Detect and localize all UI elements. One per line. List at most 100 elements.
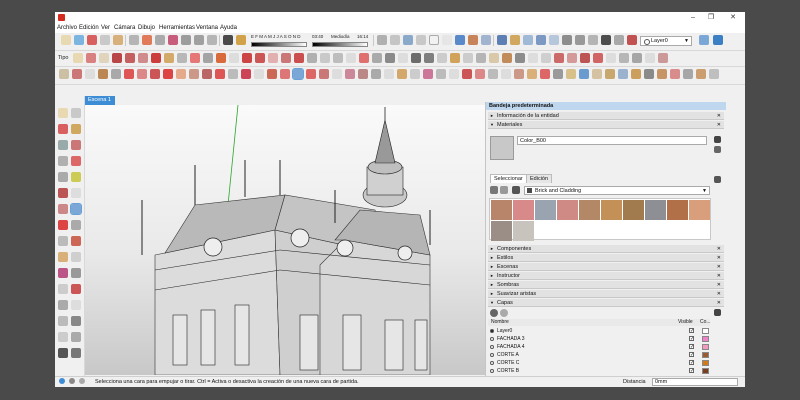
section-capas[interactable]: Capas ✕ [488, 299, 724, 307]
create-material-icon[interactable] [714, 136, 721, 143]
walk-icon[interactable] [588, 35, 598, 45]
rotate-tool-icon[interactable] [280, 69, 290, 79]
maximize-icon[interactable]: ❐ [705, 13, 717, 23]
bottom-cam-icon[interactable] [618, 69, 628, 79]
section-instructor[interactable]: Instructor ✕ [488, 272, 724, 280]
material-name-field[interactable]: Color_B00 [517, 136, 707, 145]
soften-icon[interactable] [696, 69, 706, 79]
follow-me-icon[interactable] [255, 53, 265, 63]
section-entity-info[interactable]: Información de la entidad ✕ [488, 112, 724, 120]
top-view-icon[interactable] [510, 35, 520, 45]
layer-visible-checkbox[interactable]: ✓ [689, 344, 694, 350]
dimension-icon[interactable] [320, 53, 330, 63]
material-swatch[interactable] [491, 221, 512, 241]
close-icon[interactable]: ✕ [717, 121, 721, 129]
extension-icon[interactable] [713, 35, 723, 45]
material-swatch[interactable] [491, 200, 512, 220]
material-options-icon[interactable] [714, 146, 721, 153]
hidden-line-icon[interactable] [442, 35, 452, 45]
active-layer-radio[interactable] [490, 345, 494, 349]
drape-icon[interactable] [489, 53, 499, 63]
protractor-icon[interactable] [333, 53, 343, 63]
layer-row[interactable]: CORTE B ✓ [488, 367, 710, 375]
tape-tool-icon[interactable] [332, 69, 342, 79]
material-swatch[interactable] [689, 200, 710, 220]
left-tool-9-icon[interactable] [58, 172, 68, 182]
pie-tool-icon[interactable] [215, 69, 225, 79]
layer-manager-icon[interactable] [699, 35, 709, 45]
left-tool-14-icon[interactable] [70, 203, 82, 215]
arc-tool-icon[interactable] [176, 69, 186, 79]
pie-icon[interactable] [151, 53, 161, 63]
left-tool-25-icon[interactable] [58, 300, 68, 310]
push-pull-icon[interactable] [203, 53, 213, 63]
eraser-icon[interactable] [87, 35, 97, 45]
components-icon[interactable] [644, 69, 654, 79]
material-swatch[interactable] [601, 200, 622, 220]
left-tool-16-icon[interactable] [71, 220, 81, 230]
photo-textures-icon[interactable] [72, 69, 82, 79]
material-swatch[interactable] [667, 200, 688, 220]
left-tool-23-icon[interactable] [58, 284, 68, 294]
arc-2pt-icon[interactable] [189, 69, 199, 79]
material-swatch[interactable] [557, 200, 578, 220]
sandbox-contours-icon[interactable] [437, 53, 447, 63]
left-tool-1-icon[interactable] [58, 108, 68, 118]
back-edges-icon[interactable] [416, 35, 426, 45]
push-pull-tool-icon[interactable] [228, 69, 238, 79]
left-tool-3-icon[interactable] [58, 124, 68, 134]
polygon-tool-icon[interactable] [163, 69, 173, 79]
zoom-window-icon[interactable] [168, 35, 178, 45]
close-icon[interactable]: ✕ [717, 245, 721, 253]
menu-ver[interactable]: Ver [101, 24, 110, 33]
left-tool-27-icon[interactable] [58, 316, 68, 326]
left-view-icon[interactable] [562, 35, 572, 45]
close-icon[interactable]: ✕ [717, 112, 721, 120]
solid-split-icon[interactable] [593, 53, 603, 63]
position-camera-icon[interactable] [385, 53, 395, 63]
layer-row[interactable]: CORTE C ✓ [488, 359, 710, 367]
layer-row[interactable]: Layer0 ✓ [488, 327, 710, 335]
back-cam-icon[interactable] [592, 69, 602, 79]
3d-text-tool-icon[interactable] [397, 69, 407, 79]
right-view-icon[interactable] [536, 35, 546, 45]
monochrome-icon[interactable] [481, 35, 491, 45]
text-tool-icon[interactable] [384, 69, 394, 79]
rotated-rect-icon[interactable] [137, 69, 147, 79]
left-tool-12-icon[interactable] [71, 188, 81, 198]
solid-outer-shell-icon[interactable] [528, 53, 538, 63]
left-tool-10-icon[interactable] [71, 172, 81, 182]
outliner-icon[interactable] [683, 69, 693, 79]
top-cam-icon[interactable] [553, 69, 563, 79]
circle-tool-icon[interactable] [150, 69, 160, 79]
zoom-icon[interactable] [155, 35, 165, 45]
arc-icon[interactable] [125, 53, 135, 63]
geolocation-icon[interactable] [614, 35, 624, 45]
minimize-icon[interactable]: – [687, 13, 699, 23]
tab-seleccionar[interactable]: Seleccionar [490, 174, 527, 183]
rectangle-icon[interactable] [164, 53, 174, 63]
follow-me-tool-icon[interactable] [241, 69, 251, 79]
look-around-icon[interactable] [601, 35, 611, 45]
geo-icon[interactable] [69, 378, 75, 384]
offset-tool-icon[interactable] [254, 69, 264, 79]
extension-warehouse-icon[interactable] [645, 53, 655, 63]
layout-icon[interactable] [658, 53, 668, 63]
close-icon[interactable]: ✕ [717, 281, 721, 289]
offset-icon[interactable] [268, 53, 278, 63]
close-icon[interactable]: ✕ [717, 263, 721, 271]
layer-color-swatch[interactable] [702, 360, 709, 366]
left-tool-20-icon[interactable] [71, 252, 81, 262]
measurements-box[interactable]: 0mm [652, 378, 738, 386]
paint-tool-icon[interactable] [423, 69, 433, 79]
paint-bucket-icon[interactable] [74, 35, 84, 45]
next-view-icon[interactable] [207, 35, 217, 45]
section-escenas[interactable]: Escenas ✕ [488, 263, 724, 271]
previous-view-icon[interactable] [194, 35, 204, 45]
active-layer-radio[interactable] [490, 361, 494, 365]
layer-visible-checkbox[interactable]: ✓ [689, 328, 694, 334]
styles-icon[interactable] [631, 69, 641, 79]
fog-icon[interactable] [236, 35, 246, 45]
pan-icon[interactable] [142, 35, 152, 45]
section-materials[interactable]: Materiales ✕ [488, 121, 724, 129]
